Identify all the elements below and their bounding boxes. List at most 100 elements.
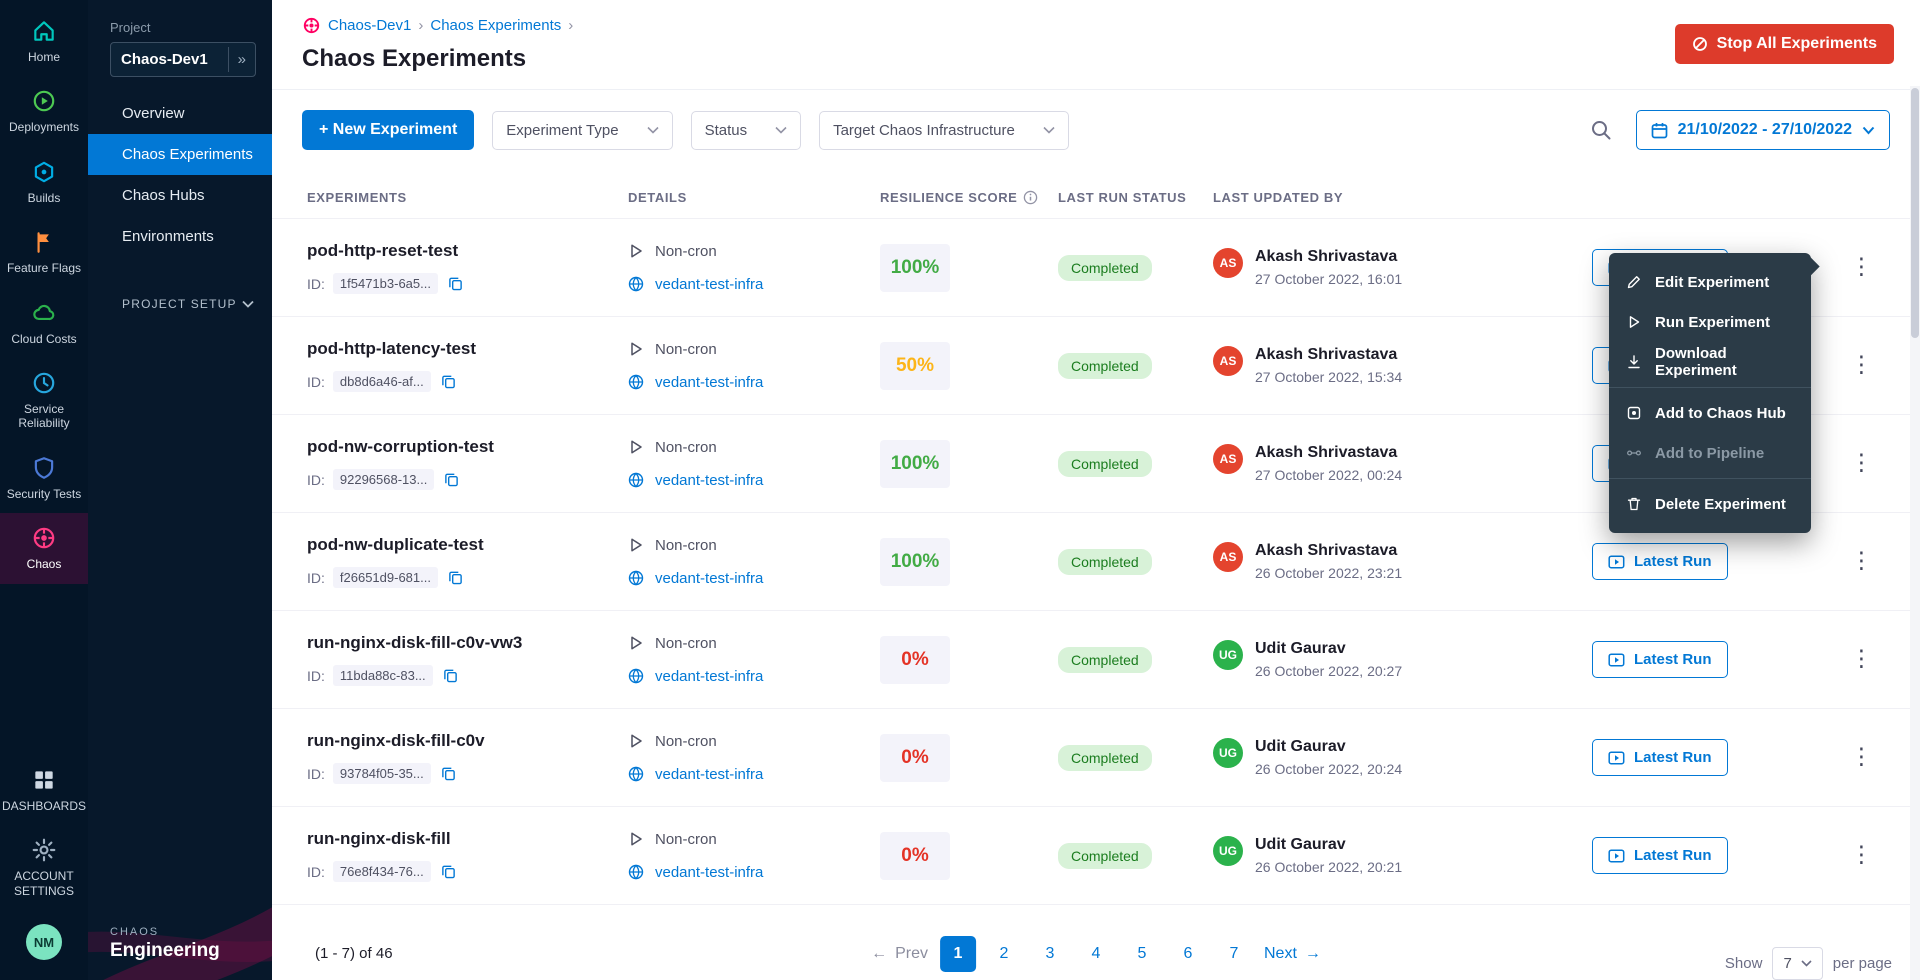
project-nav-item[interactable]: Chaos Hubs (88, 175, 272, 216)
sidebar-item-builds[interactable]: Builds (0, 147, 88, 217)
sidebar-item-feature-flags[interactable]: Feature Flags (0, 217, 88, 287)
date-range-picker[interactable]: 21/10/2022 - 27/10/2022 (1636, 110, 1890, 150)
latest-run-button[interactable]: Latest Run (1592, 739, 1728, 776)
latest-run-button[interactable]: Latest Run (1592, 641, 1728, 678)
sidebar-item-home[interactable]: Home (0, 6, 88, 76)
kebab-menu-icon[interactable]: ⋮ (1842, 840, 1881, 871)
updated-by-name: Akash Shrivastava (1255, 444, 1402, 462)
new-experiment-button[interactable]: + New Experiment (302, 110, 474, 150)
project-setup-toggle[interactable]: PROJECT SETUP (88, 285, 272, 323)
infrastructure-link[interactable]: vedant-test-infra (655, 570, 763, 587)
page-size-control: Show 7 per page (1725, 947, 1892, 980)
updated-by-name: Akash Shrivastava (1255, 346, 1402, 364)
page-size-select[interactable]: 7 (1772, 947, 1822, 980)
context-menu-item-icon (1626, 405, 1642, 421)
copy-id-button[interactable] (439, 862, 458, 881)
stop-all-experiments-button[interactable]: Stop All Experiments (1675, 24, 1894, 64)
avatar: AS (1213, 542, 1243, 572)
latest-run-button[interactable]: Latest Run (1592, 837, 1728, 874)
filter-dropdown[interactable]: Target Chaos Infrastructure (819, 111, 1069, 150)
experiment-name-link[interactable]: pod-http-latency-test (307, 339, 628, 359)
project-name-input[interactable] (111, 43, 228, 76)
page-button[interactable]: 1 (940, 936, 976, 972)
latest-run-button[interactable]: Latest Run (1592, 543, 1728, 580)
infrastructure-link[interactable]: vedant-test-infra (655, 864, 763, 881)
sidebar-item-account-settings[interactable]: ACCOUNT SETTINGS (0, 825, 88, 910)
experiment-name-link[interactable]: pod-http-reset-test (307, 241, 628, 261)
context-menu-item-run[interactable]: Run Experiment (1609, 302, 1811, 342)
copy-id-button[interactable] (439, 764, 458, 783)
scrollbar-thumb[interactable] (1911, 88, 1919, 338)
kebab-menu-icon[interactable]: ⋮ (1842, 546, 1881, 577)
page-header: Chaos-Dev1 › Chaos Experiments › Chaos E… (272, 0, 1920, 90)
page-button[interactable]: 4 (1078, 936, 1114, 972)
infrastructure-link[interactable]: vedant-test-infra (655, 276, 763, 293)
project-nav-list: Overview Chaos Experiments Chaos Hubs En… (88, 93, 272, 257)
kebab-menu-icon[interactable]: ⋮ (1842, 448, 1881, 479)
kebab-menu-icon[interactable]: ⋮ (1842, 742, 1881, 773)
toolbar: + New Experiment Experiment Type Status … (272, 90, 1920, 170)
breadcrumb-project-link[interactable]: Chaos-Dev1 (328, 17, 411, 34)
infrastructure-link[interactable]: vedant-test-infra (655, 766, 763, 783)
updated-by-name: Akash Shrivastava (1255, 248, 1402, 266)
sidebar-item-cloud-costs[interactable]: Cloud Costs (0, 288, 88, 358)
infrastructure-link[interactable]: vedant-test-infra (655, 374, 763, 391)
search-icon (1590, 119, 1612, 141)
infrastructure-link[interactable]: vedant-test-infra (655, 668, 763, 685)
sidebar-item-dashboards[interactable]: DASHBOARDS (0, 755, 88, 825)
infrastructure-globe-icon (628, 374, 644, 390)
copy-id-button[interactable] (446, 274, 465, 293)
copy-id-button[interactable] (446, 568, 465, 587)
sidebar-item-deployments[interactable]: Deployments (0, 76, 88, 146)
context-menu-item-download[interactable]: Download Experiment (1609, 342, 1811, 382)
page-button[interactable]: 6 (1170, 936, 1206, 972)
kebab-menu-icon[interactable]: ⋮ (1842, 252, 1881, 283)
updated-by-name: Akash Shrivastava (1255, 542, 1402, 560)
scrollbar[interactable] (1910, 86, 1920, 980)
context-menu-item-chaos-hub[interactable]: Add to Chaos Hub (1609, 393, 1811, 433)
filter-dropdown[interactable]: Status (691, 111, 802, 150)
cron-play-icon (628, 341, 644, 357)
infrastructure-globe-icon (628, 766, 644, 782)
project-nav-item[interactable]: Environments (88, 216, 272, 257)
project-nav-item[interactable]: Overview (88, 93, 272, 134)
user-avatar[interactable]: NM (26, 924, 62, 960)
next-page-button[interactable]: Next → (1264, 945, 1321, 963)
copy-id-button[interactable] (441, 666, 460, 685)
context-menu-item-delete[interactable]: Delete Experiment (1609, 484, 1811, 524)
sidebar-item-service-reliability[interactable]: Service Reliability (0, 358, 88, 443)
copy-id-button[interactable] (442, 470, 461, 489)
pagination-summary: (1 - 7) of 46 (315, 945, 393, 962)
copy-id-button[interactable] (439, 372, 458, 391)
prev-page-button[interactable]: ← Prev (871, 945, 928, 963)
experiment-name-link[interactable]: run-nginx-disk-fill-c0v-vw3 (307, 633, 628, 653)
experiment-name-link[interactable]: pod-nw-duplicate-test (307, 535, 628, 555)
info-icon[interactable] (1023, 190, 1038, 205)
page-button[interactable]: 5 (1124, 936, 1160, 972)
kebab-menu-icon[interactable]: ⋮ (1842, 644, 1881, 675)
breadcrumb-separator: › (568, 17, 573, 34)
status-badge: Completed (1058, 451, 1152, 477)
experiment-name-link[interactable]: run-nginx-disk-fill-c0v (307, 731, 628, 751)
page-button[interactable]: 2 (986, 936, 1022, 972)
updated-date: 26 October 2022, 20:21 (1255, 859, 1402, 875)
sidebar-item-chaos[interactable]: Chaos (0, 513, 88, 583)
breadcrumb-experiments-link[interactable]: Chaos Experiments (430, 17, 561, 34)
experiment-name-link[interactable]: pod-nw-corruption-test (307, 437, 628, 457)
module-icon (31, 88, 57, 114)
page-button[interactable]: 3 (1032, 936, 1068, 972)
filter-dropdown[interactable]: Experiment Type (492, 111, 672, 150)
kebab-menu-icon[interactable]: ⋮ (1842, 350, 1881, 381)
context-menu-item-edit[interactable]: Edit Experiment (1609, 262, 1811, 302)
context-menu-item-pipeline[interactable]: Add to Pipeline (1609, 433, 1811, 473)
project-nav-item[interactable]: Chaos Experiments (88, 134, 272, 175)
experiment-name-link[interactable]: run-nginx-disk-fill (307, 829, 628, 849)
resilience-score: 100% (880, 538, 950, 586)
page-title: Chaos Experiments (302, 45, 1892, 73)
search-button[interactable] (1584, 113, 1618, 147)
project-expand-icon[interactable]: » (228, 47, 255, 72)
infrastructure-link[interactable]: vedant-test-infra (655, 472, 763, 489)
page-button[interactable]: 7 (1216, 936, 1252, 972)
module-footer-label: CHAOS (110, 926, 272, 938)
sidebar-item-security-tests[interactable]: Security Tests (0, 443, 88, 513)
